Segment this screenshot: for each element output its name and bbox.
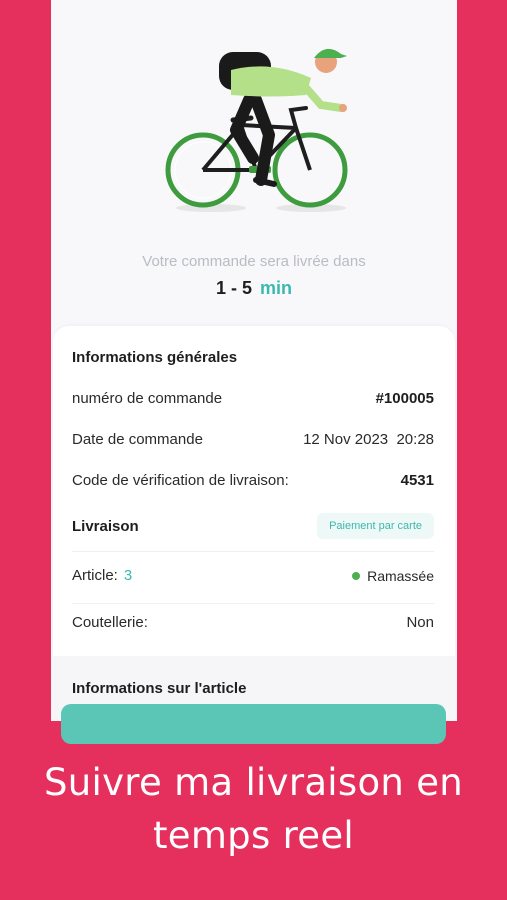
verification-code-value: 4531 — [400, 472, 434, 489]
section-title-article-info: Informations sur l'article — [72, 680, 247, 697]
promo-line-1: Suivre ma livraison en — [43, 761, 464, 804]
payment-method-badge: Paiement par carte — [317, 513, 434, 539]
order-date-value: 12 Nov 2023 20:28 — [303, 431, 434, 448]
eta-value: 1 - 5 min — [51, 278, 457, 299]
order-number-row: numéro de commande #100005 — [72, 390, 434, 407]
verification-code-row: Code de vérification de livraison: 4531 — [72, 472, 434, 489]
order-number-value: #100005 — [375, 390, 434, 407]
cutlery-row: Coutellerie: Non — [72, 614, 434, 631]
divider — [72, 603, 434, 604]
eta-range: 1 - 5 — [215, 278, 252, 298]
article-row: Article: 3 Ramassée — [72, 567, 434, 584]
status-dot-icon — [352, 571, 361, 580]
cyclist-illustration — [165, 48, 348, 212]
article-label: Article: — [72, 567, 118, 584]
article-count[interactable]: 3 — [124, 567, 132, 584]
cutlery-value: Non — [406, 614, 434, 631]
primary-action-button[interactable] — [61, 704, 446, 744]
delivery-header-row: Livraison Paiement par carte — [72, 513, 434, 539]
promo-line-2: temps reel — [152, 814, 355, 857]
section-title-delivery: Livraison — [72, 517, 139, 535]
general-info-header: Informations générales — [72, 349, 434, 366]
eta-caption: Votre commande sera livrée dans — [142, 253, 366, 270]
order-number-label: numéro de commande — [72, 390, 223, 407]
cutlery-label: Coutellerie: — [72, 614, 148, 631]
order-info-card — [53, 326, 455, 656]
order-date-label: Date de commande — [72, 431, 203, 448]
section-title-general: Informations générales — [72, 349, 238, 366]
divider — [72, 551, 434, 552]
article-label-group: Article: 3 — [72, 567, 132, 584]
status-label: Ramassée — [367, 567, 434, 584]
pickup-status: Ramassée — [352, 568, 434, 584]
order-date-row: Date de commande 12 Nov 2023 20:28 — [72, 431, 434, 448]
promo-tagline: Suivre ma livraison en temps reel — [0, 756, 507, 862]
eta-unit: min — [260, 278, 293, 298]
verification-code-label: Code de vérification de livraison: — [72, 472, 289, 489]
phone-screen: Votre commande sera livrée dans 1 - 5 mi… — [51, 0, 457, 721]
